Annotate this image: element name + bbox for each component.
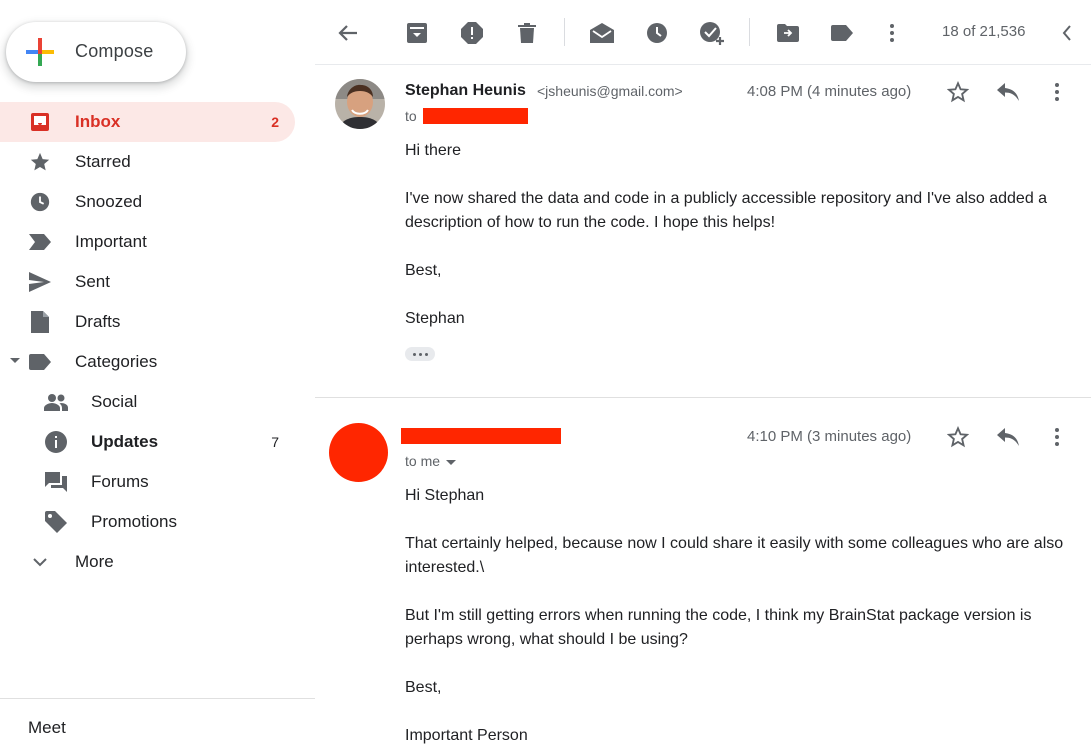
move-to-icon[interactable]: [775, 20, 801, 46]
important-icon: [28, 231, 52, 253]
star-icon: [28, 151, 52, 173]
sidebar-item-sent[interactable]: Sent: [0, 262, 295, 302]
forum-icon: [44, 471, 68, 493]
compose-label: Compose: [75, 41, 154, 61]
label-icon: [28, 351, 52, 373]
unread-count: 2: [271, 114, 279, 130]
sidebar-item-label: Drafts: [75, 312, 121, 331]
more-vert-icon[interactable]: [1044, 79, 1070, 105]
chevron-down-icon: [446, 459, 457, 465]
sidebar-item-starred[interactable]: Starred: [0, 142, 295, 182]
sidebar-item-label: Inbox: [75, 112, 121, 131]
report-spam-icon[interactable]: [459, 20, 485, 46]
sidebar-item-more[interactable]: More: [0, 542, 295, 582]
body-paragraph: I've now shared the data and code in a p…: [405, 190, 1048, 231]
gmail-app: Compose Inbox 2 Starred Snoozed Importan…: [0, 0, 1091, 751]
add-task-icon[interactable]: [699, 20, 725, 46]
send-icon: [28, 271, 52, 293]
expand-caret-icon[interactable]: [10, 358, 20, 363]
star-icon[interactable]: [945, 424, 971, 450]
redacted-recipient: [423, 108, 528, 124]
mark-unread-icon[interactable]: [589, 20, 615, 46]
labels-icon[interactable]: [829, 20, 855, 46]
sidebar-item-important[interactable]: Important: [0, 222, 295, 262]
more-vert-icon[interactable]: [879, 20, 905, 46]
sidebar-item-label: Social: [91, 392, 138, 411]
unread-count: 7: [271, 434, 279, 450]
people-icon: [44, 391, 68, 413]
compose-plus-icon: [26, 38, 54, 66]
star-icon[interactable]: [945, 79, 971, 105]
tag-icon: [44, 511, 68, 533]
message-timestamp: 4:10 PM (3 minutes ago): [747, 428, 912, 445]
snooze-icon[interactable]: [644, 20, 670, 46]
redacted-sender: [401, 428, 561, 444]
message-body: Hi Stephan That certainly helped, becaus…: [405, 484, 1075, 748]
meet-heading[interactable]: Meet: [28, 718, 66, 738]
reply-icon[interactable]: [995, 79, 1021, 105]
delete-icon[interactable]: [514, 20, 540, 46]
message-toolbar: 18 of 21,536: [315, 0, 1091, 64]
sidebar-item-drafts[interactable]: Drafts: [0, 302, 295, 342]
reply-icon[interactable]: [995, 424, 1021, 450]
sidebar-item-social[interactable]: Social: [0, 382, 295, 422]
body-paragraph: Best,: [405, 262, 442, 279]
sidebar-item-categories[interactable]: Categories: [0, 342, 295, 382]
chevron-down-icon: [28, 551, 52, 573]
recipient-details-toggle[interactable]: to me: [405, 453, 457, 469]
sidebar-item-updates[interactable]: Updates 7: [0, 422, 295, 462]
clock-icon: [28, 191, 52, 213]
sidebar-item-forums[interactable]: Forums: [0, 462, 295, 502]
toolbar-separator: [564, 18, 565, 46]
body-paragraph: But I'm still getting errors when runnin…: [405, 607, 1032, 648]
archive-icon[interactable]: [404, 20, 430, 46]
pagination-count: 18 of 21,536: [942, 23, 1026, 40]
sidebar-item-label: Important: [75, 232, 147, 251]
sidebar-item-promotions[interactable]: Promotions: [0, 502, 295, 542]
toolbar-separator: [749, 18, 750, 46]
body-paragraph: Best,: [405, 679, 442, 696]
body-paragraph: That certainly helped, because now I cou…: [405, 535, 1064, 576]
body-paragraph: Important Person: [405, 727, 528, 744]
sidebar-item-inbox[interactable]: Inbox 2: [0, 102, 295, 142]
sidebar-item-label: Forums: [91, 472, 149, 491]
show-trimmed-content-button[interactable]: [405, 347, 435, 361]
back-arrow-icon[interactable]: [335, 20, 361, 46]
sidebar-nav: Inbox 2 Starred Snoozed Important Sent D…: [0, 102, 315, 582]
email-message: Stephan Heunis <jsheunis@gmail.com> to 4…: [315, 65, 1091, 397]
body-paragraph: Stephan: [405, 310, 465, 327]
avatar[interactable]: [329, 423, 388, 482]
sender-email: <jsheunis@gmail.com>: [537, 83, 683, 99]
message-body: Hi there I've now shared the data and co…: [405, 139, 1075, 331]
draft-icon: [28, 311, 52, 333]
sidebar-item-label: More: [75, 552, 114, 571]
sidebar-item-label: Categories: [75, 352, 158, 371]
inbox-icon: [28, 111, 52, 133]
info-icon: [44, 431, 68, 453]
email-message: 4:10 PM (3 minutes ago) to me Hi Stephan…: [315, 398, 1091, 751]
sidebar-item-label: Starred: [75, 152, 131, 171]
divider: [0, 698, 315, 699]
message-timestamp: 4:08 PM (4 minutes ago): [747, 83, 912, 100]
sidebar-item-label: Sent: [75, 272, 110, 291]
sidebar-item-label: Promotions: [91, 512, 177, 531]
avatar[interactable]: [335, 79, 385, 129]
recipient-prefix: to: [405, 108, 417, 124]
sidebar-item-label: Updates: [91, 432, 159, 451]
body-paragraph: Hi Stephan: [405, 487, 485, 504]
recipient-label: to me: [405, 453, 441, 469]
more-vert-icon[interactable]: [1044, 424, 1070, 450]
compose-button[interactable]: Compose: [6, 22, 186, 82]
sidebar-item-snoozed[interactable]: Snoozed: [0, 182, 295, 222]
body-paragraph: Hi there: [405, 142, 462, 159]
chevron-left-icon[interactable]: [1054, 20, 1080, 46]
sender-name: Stephan Heunis: [405, 82, 526, 99]
sidebar: Compose Inbox 2 Starred Snoozed Importan…: [0, 0, 315, 751]
sidebar-item-label: Snoozed: [75, 192, 143, 211]
